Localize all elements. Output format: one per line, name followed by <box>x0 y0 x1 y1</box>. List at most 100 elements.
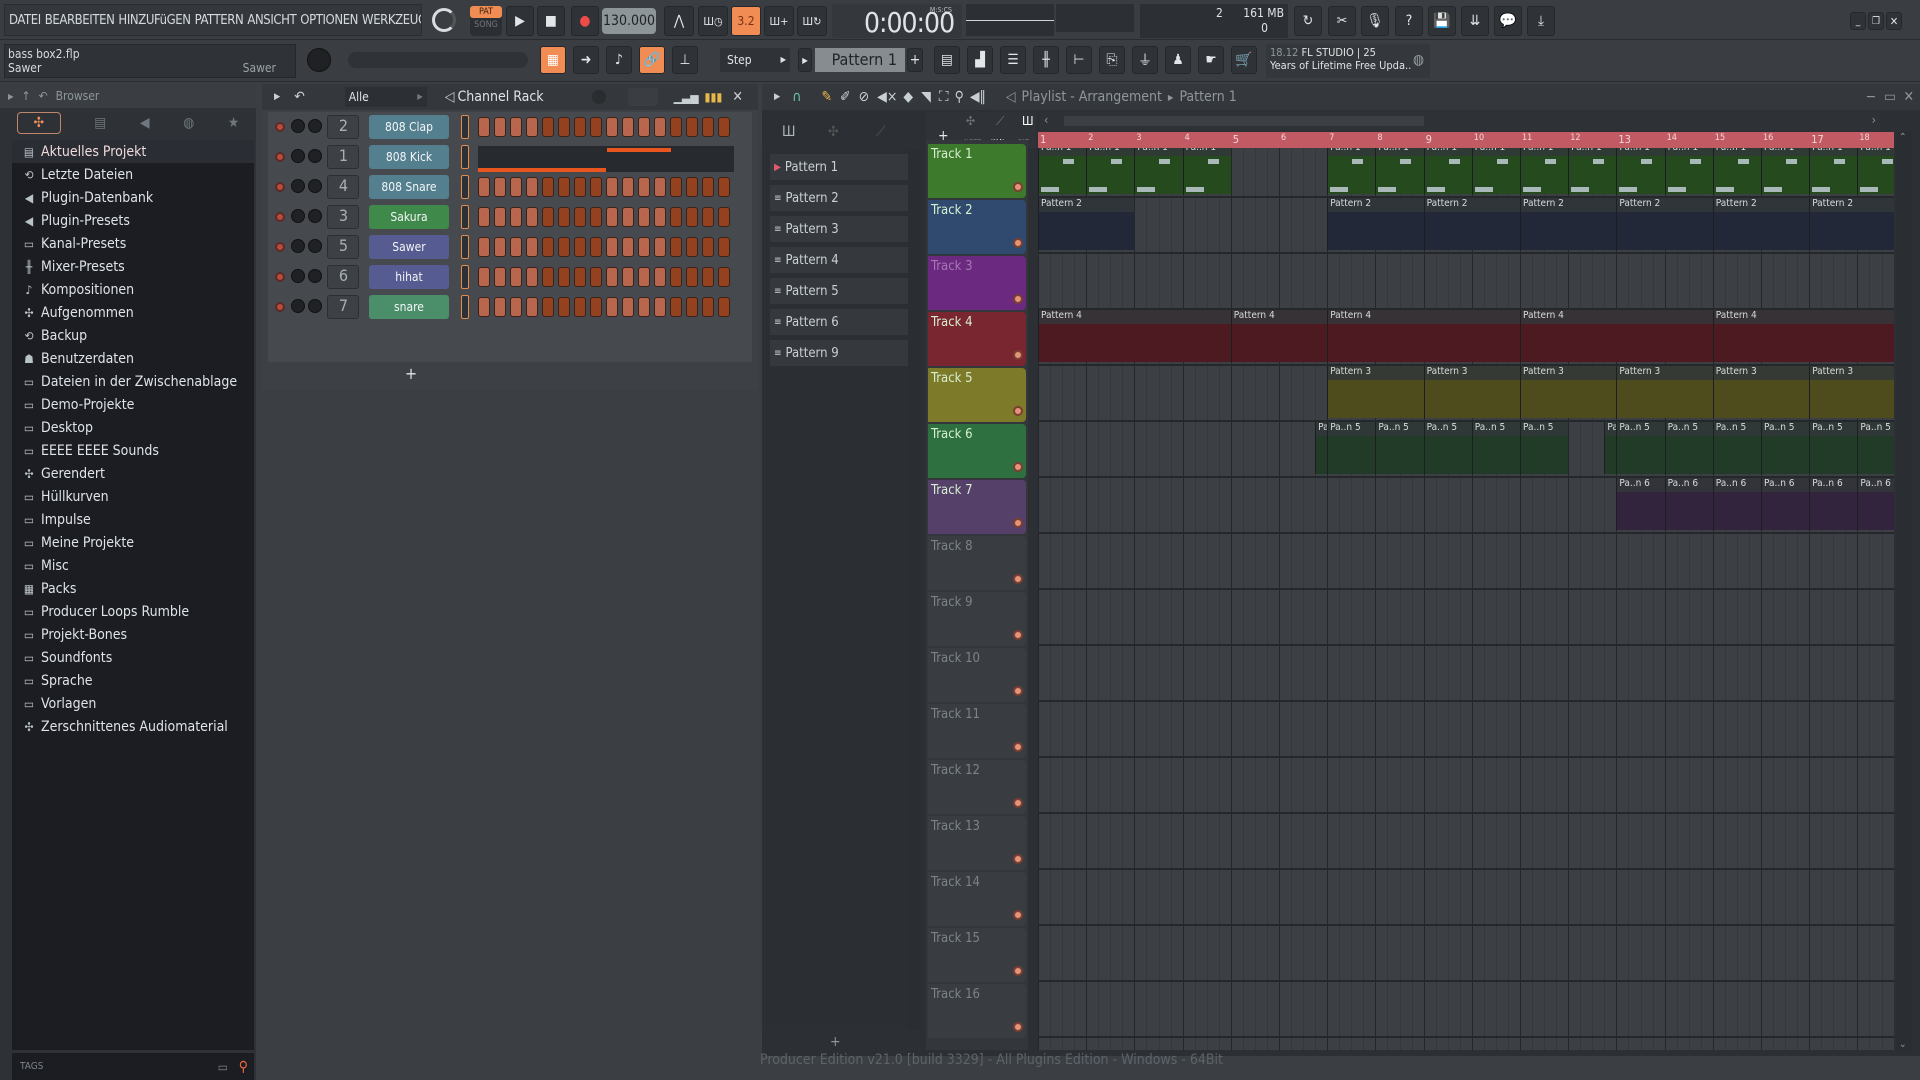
step-button[interactable] <box>638 207 650 227</box>
playlist-clip[interactable]: Pa..n 1 <box>1134 148 1183 194</box>
channel-volume-knob[interactable] <box>308 179 322 193</box>
scroll-thumb[interactable] <box>1064 116 1424 126</box>
picker-add-button[interactable]: + <box>830 1034 841 1050</box>
pat-song-toggle[interactable]: PAT SONG <box>470 6 502 36</box>
step-button[interactable] <box>606 117 618 137</box>
step-button[interactable] <box>686 207 698 227</box>
step-button[interactable] <box>526 117 538 137</box>
audio-clip-icon[interactable]: ✣ <box>828 124 839 140</box>
slip-tool-icon[interactable]: ◆ <box>903 89 913 105</box>
step-button[interactable] <box>590 237 602 257</box>
step-view-icon[interactable]: ▮▮▮ <box>705 90 723 104</box>
channel-name-button[interactable]: Sawer <box>369 235 449 259</box>
step-button[interactable] <box>478 267 490 287</box>
step-button[interactable] <box>558 297 570 317</box>
step-button[interactable] <box>574 297 586 317</box>
track-header[interactable]: Track 11 <box>928 704 1026 758</box>
countdown-button[interactable]: 3.2 <box>731 6 761 36</box>
automation-filter-icon[interactable]: ⟋ <box>996 114 1004 129</box>
track-mute-led[interactable] <box>1013 854 1023 864</box>
channel-name-button[interactable]: Sakura <box>369 205 449 229</box>
export-audio-button[interactable]: ⇊ <box>1461 6 1489 36</box>
step-button[interactable] <box>542 267 554 287</box>
step-button[interactable] <box>638 237 650 257</box>
channel-volume-knob[interactable] <box>308 239 322 253</box>
browser-item[interactable]: ▭ Desktop <box>12 416 254 439</box>
channel-rack-button[interactable]: ☰ <box>1000 46 1026 74</box>
playlist-clip[interactable]: Pa..n 1 <box>1616 148 1665 194</box>
browser-item[interactable]: ✣ Aufgenommen <box>12 301 254 324</box>
horizontal-scrollbar[interactable]: ‹ › <box>1040 112 1880 130</box>
playlist-clip[interactable]: Pa..n 5 <box>1712 422 1761 474</box>
browser-item[interactable]: ▭ Sprache <box>12 669 254 692</box>
master-pitch-slider[interactable] <box>348 52 528 68</box>
channel-select-indicator[interactable] <box>461 235 469 259</box>
track-mute-led[interactable] <box>1013 350 1023 360</box>
step-button[interactable] <box>542 177 554 197</box>
playlist-clip[interactable]: Pa..n 1 <box>1712 148 1761 194</box>
step-button[interactable] <box>622 117 634 137</box>
playlist-vscrollbar[interactable]: ⌃ ⌄ <box>1896 132 1912 1052</box>
playlist-clip[interactable]: Pa..n 5 <box>1857 422 1894 474</box>
menu-datei[interactable]: DATEI <box>9 13 41 28</box>
channel-volume-knob[interactable] <box>308 269 322 283</box>
channel-select-indicator[interactable] <box>461 265 469 289</box>
playlist-clip[interactable]: Pa..n 1 <box>1520 148 1569 194</box>
audio-filter-icon[interactable]: ✣ <box>966 114 975 128</box>
project-picker-button[interactable]: ⎘ <box>1099 46 1125 74</box>
channel-mute-led[interactable] <box>275 242 285 252</box>
step-button[interactable] <box>686 297 698 317</box>
step-button[interactable] <box>606 207 618 227</box>
save-button[interactable]: 💾 <box>1428 6 1456 36</box>
scroll-right-icon[interactable]: › <box>1872 113 1876 127</box>
step-button[interactable] <box>574 207 586 227</box>
playlist-clip[interactable]: Pattern 4 <box>1327 310 1520 362</box>
track-mute-led[interactable] <box>1013 686 1023 696</box>
step-button[interactable] <box>670 237 682 257</box>
playlist-clip[interactable]: Pa..n 5 <box>1471 422 1520 474</box>
up-arrow-icon[interactable]: ↑ <box>22 89 31 103</box>
snap-select[interactable]: Step ▶ <box>720 48 790 72</box>
browser-item[interactable]: ▭ EEEE EEEE Sounds <box>12 439 254 462</box>
step-button[interactable] <box>654 117 666 137</box>
mixer-track-number[interactable]: 3 <box>327 205 359 229</box>
scroll-left-icon[interactable]: ‹ <box>1044 113 1048 127</box>
playlist-clip[interactable]: Pattern 3 <box>1809 366 1894 418</box>
browser-item[interactable]: ▭ Dateien in der Zwischenablage <box>12 370 254 393</box>
track-header[interactable]: Track 7 <box>928 480 1026 534</box>
record-audio-button[interactable]: 🎙 <box>1361 6 1389 36</box>
channel-name-button[interactable]: 808 Snare <box>369 175 449 199</box>
track-header[interactable]: Track 6 <box>928 424 1026 478</box>
channel-select-indicator[interactable] <box>461 145 469 169</box>
step-button[interactable] <box>718 267 730 287</box>
step-button[interactable] <box>478 237 490 257</box>
pattern-picker-item[interactable]: ≡ Pattern 6 <box>770 309 908 335</box>
playlist-clip[interactable]: Pa..n 1 <box>1038 148 1087 194</box>
master-volume-knob[interactable] <box>432 8 456 32</box>
step-button[interactable] <box>574 177 586 197</box>
step-button[interactable] <box>510 207 522 227</box>
mixer-track-number[interactable]: 2 <box>327 115 359 139</box>
playlist-clip[interactable]: Pa..n 1 <box>1423 148 1472 194</box>
browser-item[interactable]: ♪ Kompositionen <box>12 278 254 301</box>
browser-item[interactable]: ◀ Plugin-Presets <box>12 209 254 232</box>
playlist-clip[interactable]: Pa..n 5 <box>1616 422 1665 474</box>
close-rack-icon[interactable]: ✕ <box>732 89 743 105</box>
play-button[interactable]: ▶ <box>506 6 534 36</box>
step-button[interactable] <box>558 177 570 197</box>
collapse-icon[interactable]: ▶ <box>8 92 14 101</box>
step-button[interactable] <box>670 297 682 317</box>
playlist-clip[interactable]: Pattern 4 <box>1520 310 1713 362</box>
step-button[interactable] <box>622 237 634 257</box>
mixer-track-number[interactable]: 7 <box>327 295 359 319</box>
track-mute-led[interactable] <box>1013 518 1023 528</box>
track-header[interactable]: Track 16 <box>928 984 1026 1038</box>
step-button[interactable] <box>702 237 714 257</box>
magnet-icon[interactable]: ∩ <box>792 89 801 105</box>
step-button[interactable] <box>622 207 634 227</box>
playlist-menu-icon[interactable]: ▶ <box>774 92 780 102</box>
playlist-clip[interactable]: Pattern 2 <box>1809 198 1894 250</box>
browser-item[interactable]: ⟲ Backup <box>12 324 254 347</box>
group-filter-select[interactable]: Alle ▶ <box>344 87 427 107</box>
playlist-clip[interactable]: Pa..n 1 <box>1809 148 1858 194</box>
